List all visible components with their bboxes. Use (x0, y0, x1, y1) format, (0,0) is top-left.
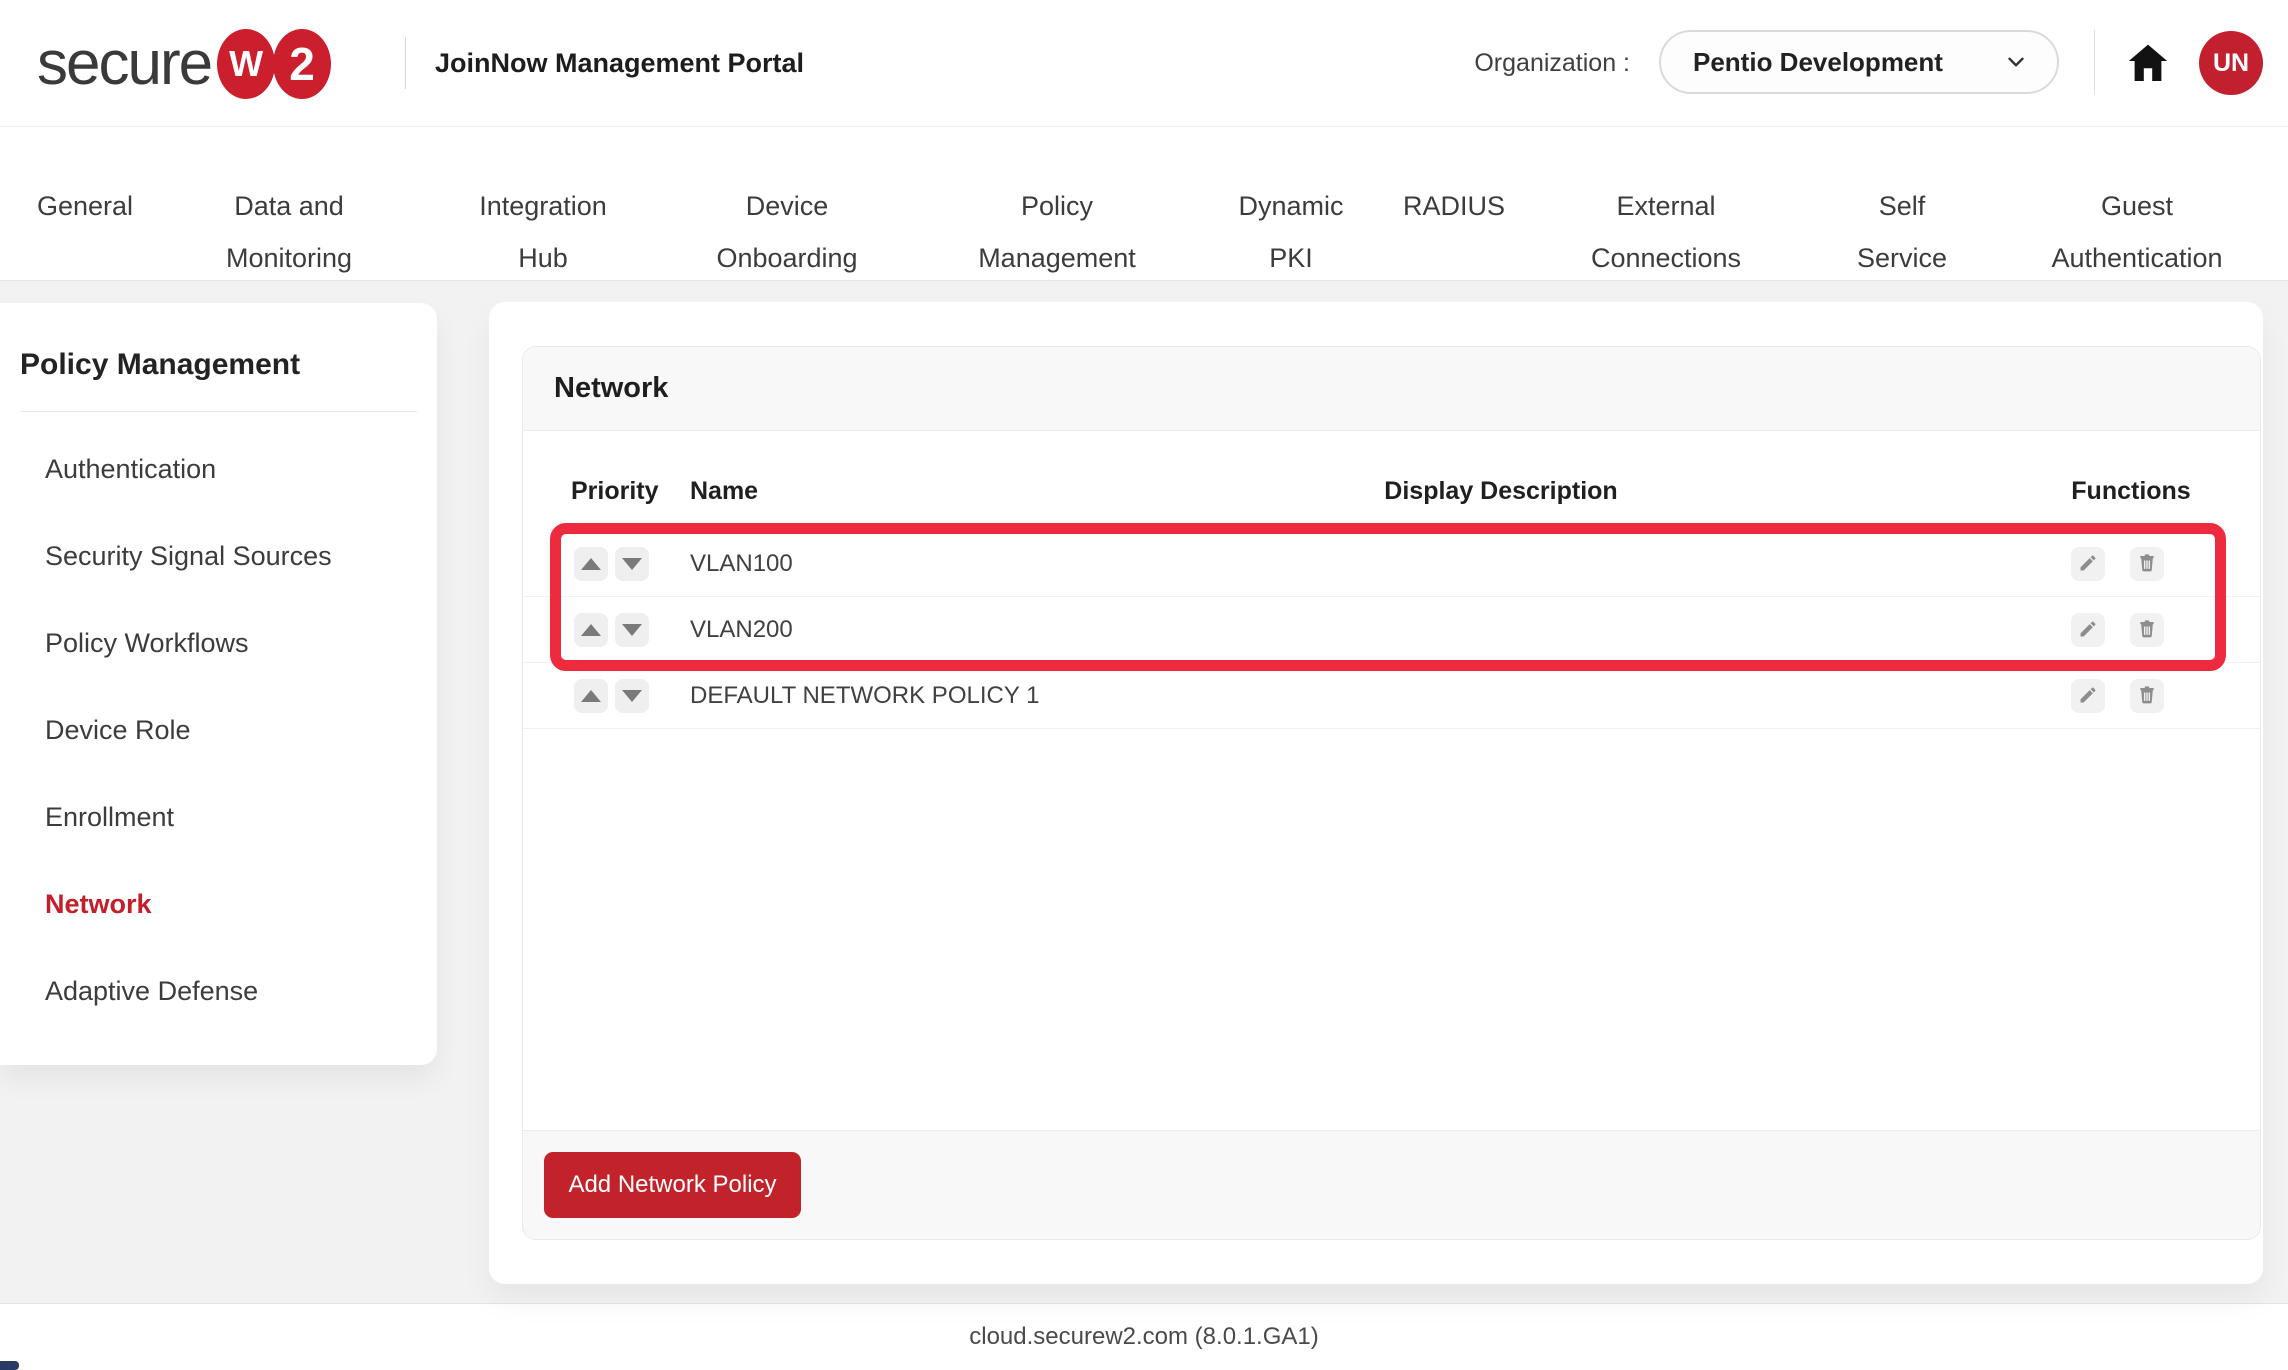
table-row: VLAN100 (523, 531, 2260, 597)
sidebar-item-enrollment[interactable]: Enrollment (0, 774, 437, 861)
nav-item-device-onboarding[interactable]: Device Onboarding (716, 180, 857, 284)
organization-select[interactable]: Pentio Development (1659, 30, 2059, 94)
nav-item-general[interactable]: General (37, 180, 133, 232)
header-bar: secure W 2 JoinNow Management Portal Org… (0, 0, 2288, 127)
down-arrow-icon (622, 624, 642, 636)
table-row: VLAN200 (523, 597, 2260, 663)
up-arrow-icon (581, 624, 601, 636)
trash-icon (2137, 619, 2157, 642)
trash-icon (2137, 685, 2157, 708)
table-body: VLAN100 VLAN200 (523, 531, 2260, 729)
logo-badge-w: W (217, 29, 275, 99)
nav-item-dynamic-pki[interactable]: Dynamic PKI (1238, 180, 1343, 284)
sidebar-item-device-role[interactable]: Device Role (0, 687, 437, 774)
logo-text: secure (37, 33, 211, 95)
nav-item-guest-authentication[interactable]: Guest Authentication (2051, 180, 2222, 284)
app-root: secure W 2 JoinNow Management Portal Org… (0, 0, 2288, 1370)
nav-item-radius[interactable]: RADIUS (1403, 180, 1505, 232)
move-up-button[interactable] (574, 679, 608, 713)
up-arrow-icon (581, 558, 601, 570)
move-down-button[interactable] (615, 679, 649, 713)
move-down-button[interactable] (615, 547, 649, 581)
delete-button[interactable] (2130, 679, 2164, 713)
move-up-button[interactable] (574, 547, 608, 581)
nav-item-policy-management[interactable]: Policy Management (978, 180, 1136, 284)
footer-version-text: cloud.securew2.com (8.0.1.GA1) (969, 1323, 1319, 1351)
panel-title: Network (554, 372, 668, 405)
nav-item-external-connections[interactable]: External Connections (1591, 180, 1741, 284)
page-footer: cloud.securew2.com (8.0.1.GA1) (0, 1303, 2288, 1370)
edit-button[interactable] (2071, 547, 2105, 581)
sidebar-list: Authentication Security Signal Sources P… (0, 426, 437, 1035)
table-row: DEFAULT NETWORK POLICY 1 (523, 663, 2260, 729)
network-panel: Network Priority Name Display Descriptio… (522, 346, 2261, 1240)
sidebar-item-adaptive-defense[interactable]: Adaptive Defense (0, 948, 437, 1035)
panel-header: Network (523, 347, 2260, 431)
down-arrow-icon (622, 558, 642, 570)
move-up-button[interactable] (574, 613, 608, 647)
edit-button[interactable] (2071, 679, 2105, 713)
corner-artifact (0, 1361, 19, 1370)
header-divider-2 (2094, 30, 2095, 94)
table-header-row: Priority Name Display Description Functi… (523, 431, 2260, 531)
home-button[interactable] (2124, 39, 2172, 87)
add-network-policy-button[interactable]: Add Network Policy (544, 1152, 801, 1218)
top-nav: General Data and Monitoring Integration … (0, 127, 2288, 281)
column-header-priority: Priority (571, 477, 659, 506)
organization-selected-value: Pentio Development (1693, 47, 2003, 78)
policy-name: DEFAULT NETWORK POLICY 1 (690, 663, 1039, 729)
down-arrow-icon (622, 690, 642, 702)
sidebar-title: Policy Management (0, 303, 437, 385)
trash-icon (2137, 553, 2157, 576)
nav-item-integration-hub[interactable]: Integration Hub (479, 180, 607, 284)
sidebar-item-security-signal-sources[interactable]: Security Signal Sources (0, 513, 437, 600)
page-title: JoinNow Management Portal (435, 0, 804, 127)
logo-badge-2: 2 (273, 29, 331, 99)
column-header-functions: Functions (2071, 477, 2190, 506)
main-content-card: Network Priority Name Display Descriptio… (489, 302, 2263, 1284)
move-down-button[interactable] (615, 613, 649, 647)
pencil-icon (2078, 553, 2098, 576)
panel-footer: Add Network Policy (523, 1130, 2260, 1239)
policy-name: VLAN100 (690, 531, 793, 597)
edit-button[interactable] (2071, 613, 2105, 647)
securew2-logo: secure W 2 (37, 0, 331, 127)
pencil-icon (2078, 685, 2098, 708)
column-header-name: Name (690, 477, 758, 506)
avatar[interactable]: UN (2199, 31, 2263, 95)
chevron-down-icon (2003, 49, 2029, 75)
delete-button[interactable] (2130, 613, 2164, 647)
header-divider (405, 37, 406, 89)
policy-name: VLAN200 (690, 597, 793, 663)
column-header-display-description: Display Description (1384, 477, 1617, 506)
delete-button[interactable] (2130, 547, 2164, 581)
home-icon (2124, 75, 2172, 90)
nav-item-self-service[interactable]: Self Service (1857, 180, 1947, 284)
up-arrow-icon (581, 690, 601, 702)
sidebar-item-authentication[interactable]: Authentication (0, 426, 437, 513)
sidebar: Policy Management Authentication Securit… (0, 303, 437, 1065)
organization-label: Organization : (1474, 0, 1630, 127)
sidebar-item-network[interactable]: Network (0, 861, 437, 948)
sidebar-divider (20, 411, 417, 412)
nav-item-data-and-monitoring[interactable]: Data and Monitoring (226, 180, 352, 284)
sidebar-item-policy-workflows[interactable]: Policy Workflows (0, 600, 437, 687)
pencil-icon (2078, 619, 2098, 642)
